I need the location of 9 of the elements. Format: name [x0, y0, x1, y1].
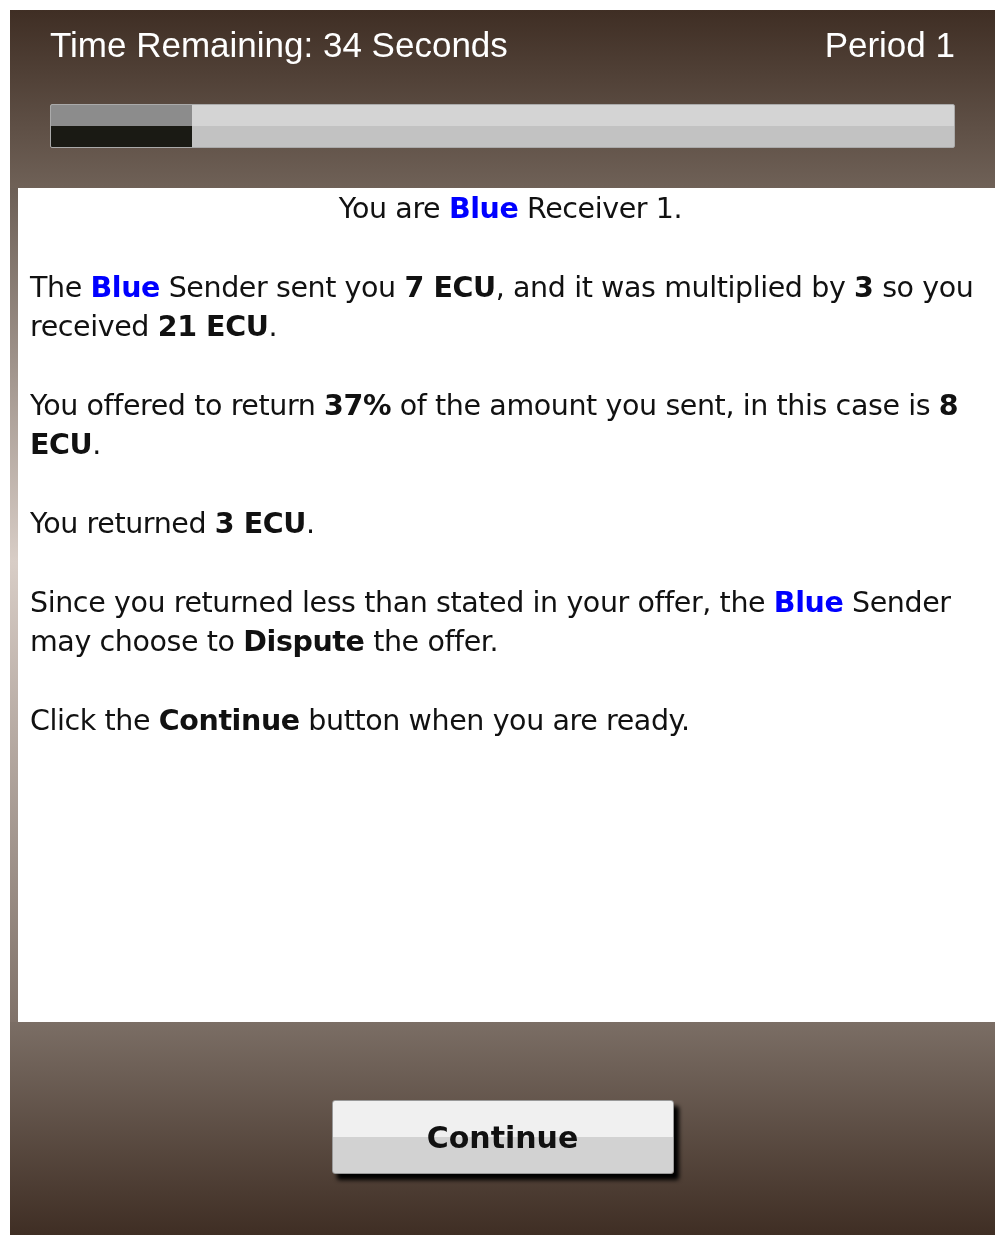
- message-text: You offered to return 37% of the amount you sent, in this case is 8 ECU.: [30, 388, 960, 463]
- period-label: Period 1: [824, 24, 955, 66]
- time-remaining: Time Remaining: 34 Seconds: [50, 24, 508, 66]
- message-text: The Blue Sender sent you 7 ECU, and it was multiplied by 3 so you received 21 ECU.: [30, 270, 975, 345]
- message-text: Since you returned less than stated in your offer, the Blue Sender may choose to Dispute the offer.: [30, 585, 952, 660]
- message-text: You returned 3 ECU.: [30, 506, 316, 542]
- role-text: You are Blue Receiver 1.: [337, 191, 684, 227]
- message-text: Click the Continue button when you are ready.: [30, 703, 691, 739]
- continue-button[interactable]: Continue: [331, 1100, 674, 1174]
